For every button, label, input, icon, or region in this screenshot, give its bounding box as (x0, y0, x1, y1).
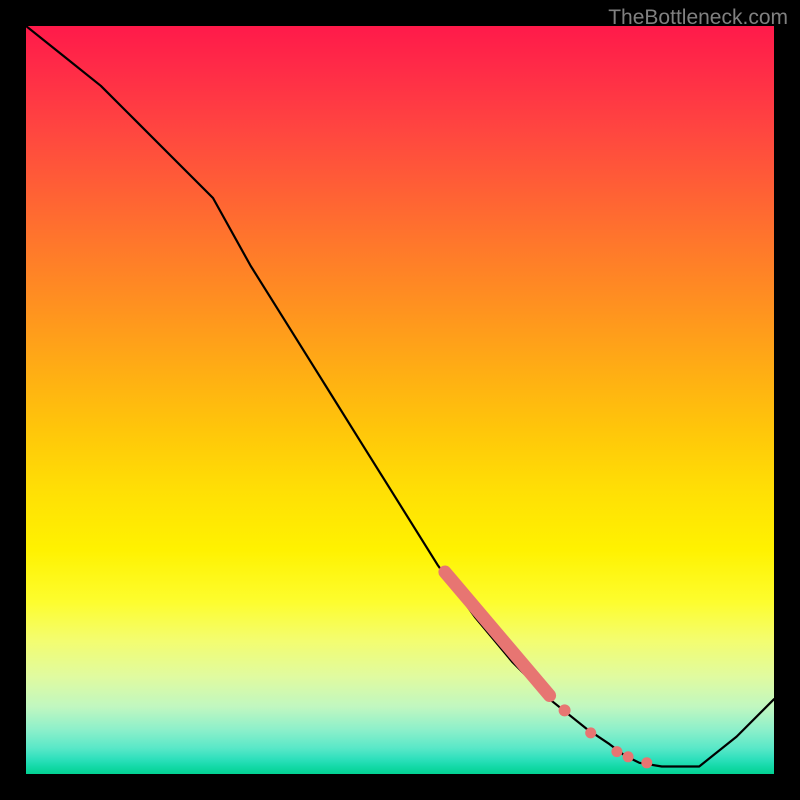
highlight-dot (623, 751, 634, 762)
highlight-thick-segment (445, 572, 550, 696)
highlight-dot (585, 727, 596, 738)
highlight-dots-group (559, 704, 653, 768)
watermark-text: TheBottleneck.com (608, 6, 788, 30)
main-curve-line (26, 26, 774, 767)
highlight-dot (611, 746, 622, 757)
highlight-dot (641, 757, 652, 768)
highlight-dot (559, 704, 571, 716)
chart-svg (26, 26, 774, 774)
chart-plot-area (26, 26, 774, 774)
